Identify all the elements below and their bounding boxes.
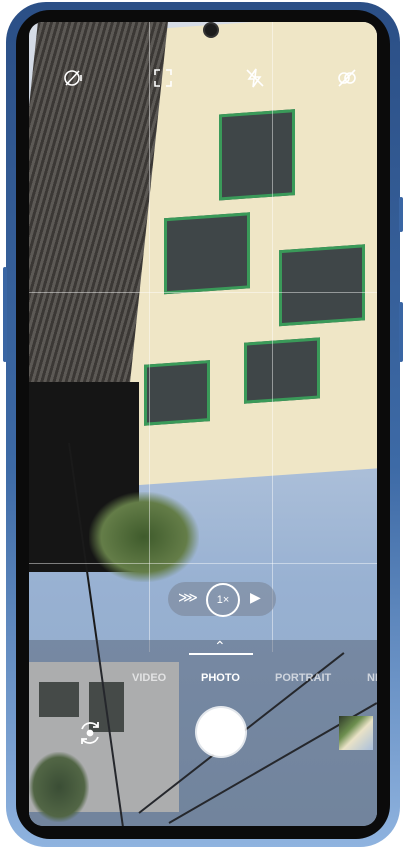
building-window [164, 212, 250, 295]
building-window [144, 360, 210, 426]
mode-indicator [189, 653, 253, 655]
power-button [399, 302, 403, 362]
grid-line [149, 22, 150, 652]
building-window [219, 109, 295, 201]
mode-video[interactable]: VIDEO [132, 672, 166, 684]
front-camera [203, 22, 219, 38]
shutter-button[interactable] [197, 708, 245, 756]
grid-line [272, 22, 273, 652]
building-window [279, 244, 365, 327]
flash-off-icon[interactable] [243, 66, 267, 90]
bezel: ⋙ 1× ▶ ⌃ VIDEO PHOTO PORTRAIT NIGH [16, 10, 390, 839]
side-button [399, 197, 403, 232]
camera-viewfinder[interactable]: ⋙ 1× ▶ ⌃ VIDEO PHOTO PORTRAIT NIGH [29, 22, 377, 826]
viewfinder-tree [89, 492, 199, 582]
viewfinder-building [124, 22, 377, 487]
wide-lens-icon[interactable]: ⋙ [178, 589, 198, 606]
aspect-ratio-icon[interactable] [151, 66, 175, 90]
grid-line [29, 563, 377, 564]
zoom-level-label: 1× [216, 594, 230, 606]
telephoto-icon[interactable]: ▶ [250, 589, 261, 606]
phone-frame: ⋙ 1× ▶ ⌃ VIDEO PHOTO PORTRAIT NIGH [3, 2, 403, 847]
mode-photo[interactable]: PHOTO [201, 672, 240, 684]
gallery-thumbnail[interactable] [339, 716, 373, 750]
switch-camera-icon[interactable] [75, 718, 105, 748]
mode-night[interactable]: NIGH [367, 672, 377, 684]
mode-portrait[interactable]: PORTRAIT [275, 672, 331, 684]
volume-button [3, 267, 7, 362]
building-window [244, 337, 320, 404]
zoom-selector[interactable]: ⋙ 1× ▶ [168, 582, 276, 617]
live-filter-off-icon[interactable] [335, 66, 359, 90]
hdr-off-icon[interactable] [61, 66, 85, 90]
zoom-level-button[interactable]: 1× [206, 583, 240, 617]
grid-line [29, 292, 377, 293]
